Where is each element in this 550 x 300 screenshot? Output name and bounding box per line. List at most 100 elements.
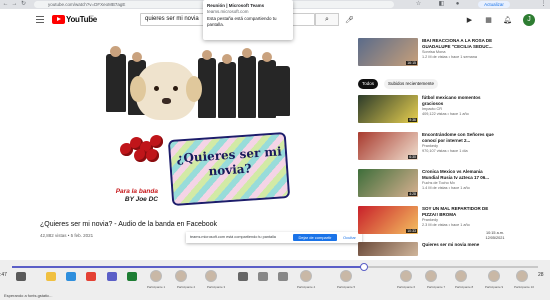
participant-avatar[interactable] (516, 270, 528, 282)
recommendation-title[interactable]: SOY UN MAL REPARTIDOR DE PIZZA!! BROMA (422, 206, 500, 217)
participant-avatar[interactable] (455, 270, 467, 282)
progress-fill (12, 266, 365, 268)
fullscreen-icon[interactable] (278, 272, 288, 281)
chrome-browser-icon[interactable] (86, 272, 96, 281)
remaining-time: 28 (538, 272, 544, 278)
participant-avatar[interactable] (150, 270, 162, 282)
recommendation-item[interactable]: Quieres ser mi novia mene (358, 242, 498, 256)
participant-avatar[interactable] (425, 270, 437, 282)
recommendation-channel[interactable]: Prankedy (422, 144, 500, 149)
search-icon[interactable]: ⌕ (315, 13, 339, 26)
recommendation-channel[interactable]: Impacto CR (422, 107, 500, 112)
recommendation-item[interactable]: 16:15 IBAI REACCIONA A LA ROSA DE GUADAL… (358, 38, 498, 66)
video-thumbnail[interactable]: 10:33 (358, 206, 418, 234)
video-thumbnail[interactable]: 4:28 (358, 169, 418, 197)
account-avatar[interactable]: J (523, 14, 535, 26)
band-member-head (262, 52, 272, 62)
band-member (218, 62, 236, 118)
recommendation-title[interactable]: fútbol mexicano momentos graciosos (422, 95, 500, 106)
band-member (274, 66, 290, 116)
caption-line-2: BY Joe DC (124, 196, 158, 203)
teams-app-icon[interactable] (107, 272, 117, 281)
video-thumbnail[interactable]: 6:30 (358, 132, 418, 160)
extension-icon[interactable]: ◧ (438, 1, 445, 8)
recommendation-title[interactable]: Cronica Mexico vs Alemania Mundial Rusia… (422, 169, 500, 180)
recommendation-views: 970,107 vistas • hace 1 día (422, 149, 468, 153)
forward-icon[interactable]: → (11, 1, 18, 8)
band-member-head (110, 46, 121, 57)
hamburger-menu-icon[interactable] (36, 16, 44, 24)
recommendation-title[interactable]: IBAI REACCIONA A LA ROSA DE GUADALUPE "C… (422, 38, 500, 49)
browser-menu-icon[interactable]: ⋮ (540, 1, 547, 8)
recommendation-item[interactable]: 10:33 SOY UN MAL REPARTIDOR DE PIZZA!! B… (358, 206, 498, 234)
screen-share-bar: teams.microsoft.com está compartiendo tu… (186, 232, 362, 243)
edge-browser-icon[interactable] (66, 272, 76, 281)
update-button[interactable]: Actualizar (478, 1, 510, 8)
pause-icon[interactable] (238, 272, 248, 281)
back-icon[interactable]: ← (2, 1, 9, 8)
participant-name: Participante 3 (206, 285, 226, 289)
video-thumbnail[interactable]: 16:15 (358, 38, 418, 66)
participant-avatar[interactable] (488, 270, 500, 282)
popup-domain: teams.microsoft.com (207, 9, 249, 14)
participant-avatar[interactable] (300, 270, 312, 282)
video-duration: 9:36 (408, 117, 417, 122)
participant-avatar[interactable] (205, 270, 217, 282)
excel-app-icon[interactable] (127, 272, 137, 281)
recommendation-views: 409,122 vistas • hace 1 año (422, 112, 469, 116)
recommendation-item[interactable]: 4:28 Cronica Mexico vs Alemania Mundial … (358, 169, 498, 197)
recommendation-item[interactable]: 9:36 fútbol mexicano momentos graciosos … (358, 95, 498, 123)
participant-avatar[interactable] (340, 270, 352, 282)
recommendation-channel[interactable]: Fuchs de Tocho Mx (422, 181, 500, 186)
recommendation-views: 2.3 M de vistas • hace 1 año (422, 223, 470, 227)
bookmark-star-icon[interactable]: ☆ (415, 1, 422, 8)
video-duration: 4:28 (408, 191, 417, 196)
reload-icon[interactable]: ↻ (20, 1, 27, 8)
browser-status-text: Esperando a fonts.gstatic... (4, 293, 53, 298)
proposal-sign: ¿Quieres ser mi novia? (167, 131, 291, 207)
apps-grid-icon[interactable]: ▦ (484, 16, 493, 25)
participant-name: Participante 5 (336, 285, 356, 289)
profile-icon[interactable]: ● (454, 1, 461, 8)
video-player[interactable]: ¿Quieres ser mi novia? Para la banda BY … (98, 40, 292, 212)
video-title: ¿Quieres ser mi novia? - Audio de la ban… (40, 221, 218, 228)
system-clock: 10:15 a.m. 12/05/2021 (480, 231, 510, 241)
stop-sharing-button[interactable]: Dejar de compartir (293, 234, 337, 241)
playback-progress-bar[interactable] (12, 263, 538, 271)
chip-recent[interactable]: Subidos recientemente (384, 79, 439, 89)
recommendation-channel[interactable]: Prankedy (422, 218, 500, 223)
microphone-icon[interactable]: 🎤︎ (345, 16, 354, 25)
file-explorer-icon[interactable] (46, 272, 56, 281)
notifications-bell-icon[interactable]: 🔔︎ (503, 16, 512, 25)
recommendation-title[interactable]: Quieres ser mi novia mene (422, 242, 500, 248)
country-code: CO (89, 14, 94, 18)
taskbar-app-icon[interactable] (16, 272, 26, 281)
band-member-head (132, 52, 142, 62)
video-thumbnail[interactable]: 9:36 (358, 95, 418, 123)
recommendation-item[interactable]: 6:30 Encontrándome con Señores que conoc… (358, 132, 498, 160)
participant-name: Participante 10 (513, 285, 534, 289)
volume-icon[interactable] (258, 272, 268, 281)
recommendation-channel[interactable]: Sonrisa Mona (422, 50, 500, 55)
video-duration: 16:15 (406, 60, 417, 65)
band-member (106, 54, 126, 112)
elapsed-time: :47 (0, 272, 7, 278)
participant-avatar[interactable] (400, 270, 412, 282)
participant-avatar[interactable] (175, 270, 187, 282)
caption-line-1: Para la banda (115, 188, 158, 195)
youtube-play-icon (52, 15, 65, 24)
clock-date: 12/05/2021 (485, 236, 505, 240)
youtube-logo[interactable]: YouTube CO (52, 14, 97, 25)
recommendation-title[interactable]: Encontrándome con Señores que conocí por… (422, 132, 500, 143)
share-message: teams.microsoft.com está compartiendo tu… (190, 235, 276, 239)
hide-share-bar-button[interactable]: Ocultar (343, 232, 356, 243)
create-video-icon[interactable]: ▶ (465, 16, 474, 25)
recommendation-views: 1.2 M de vistas • hace 1 semana (422, 55, 477, 59)
band-member-head (202, 50, 212, 60)
chip-all[interactable]: Todos (358, 79, 379, 89)
roses-image (120, 135, 168, 165)
popup-message: Esta pestaña está compartiendo tu pantal… (207, 16, 277, 27)
participant-name: Participante 4 (296, 285, 316, 289)
video-thumbnail[interactable] (358, 242, 418, 256)
band-member-head (242, 48, 252, 58)
